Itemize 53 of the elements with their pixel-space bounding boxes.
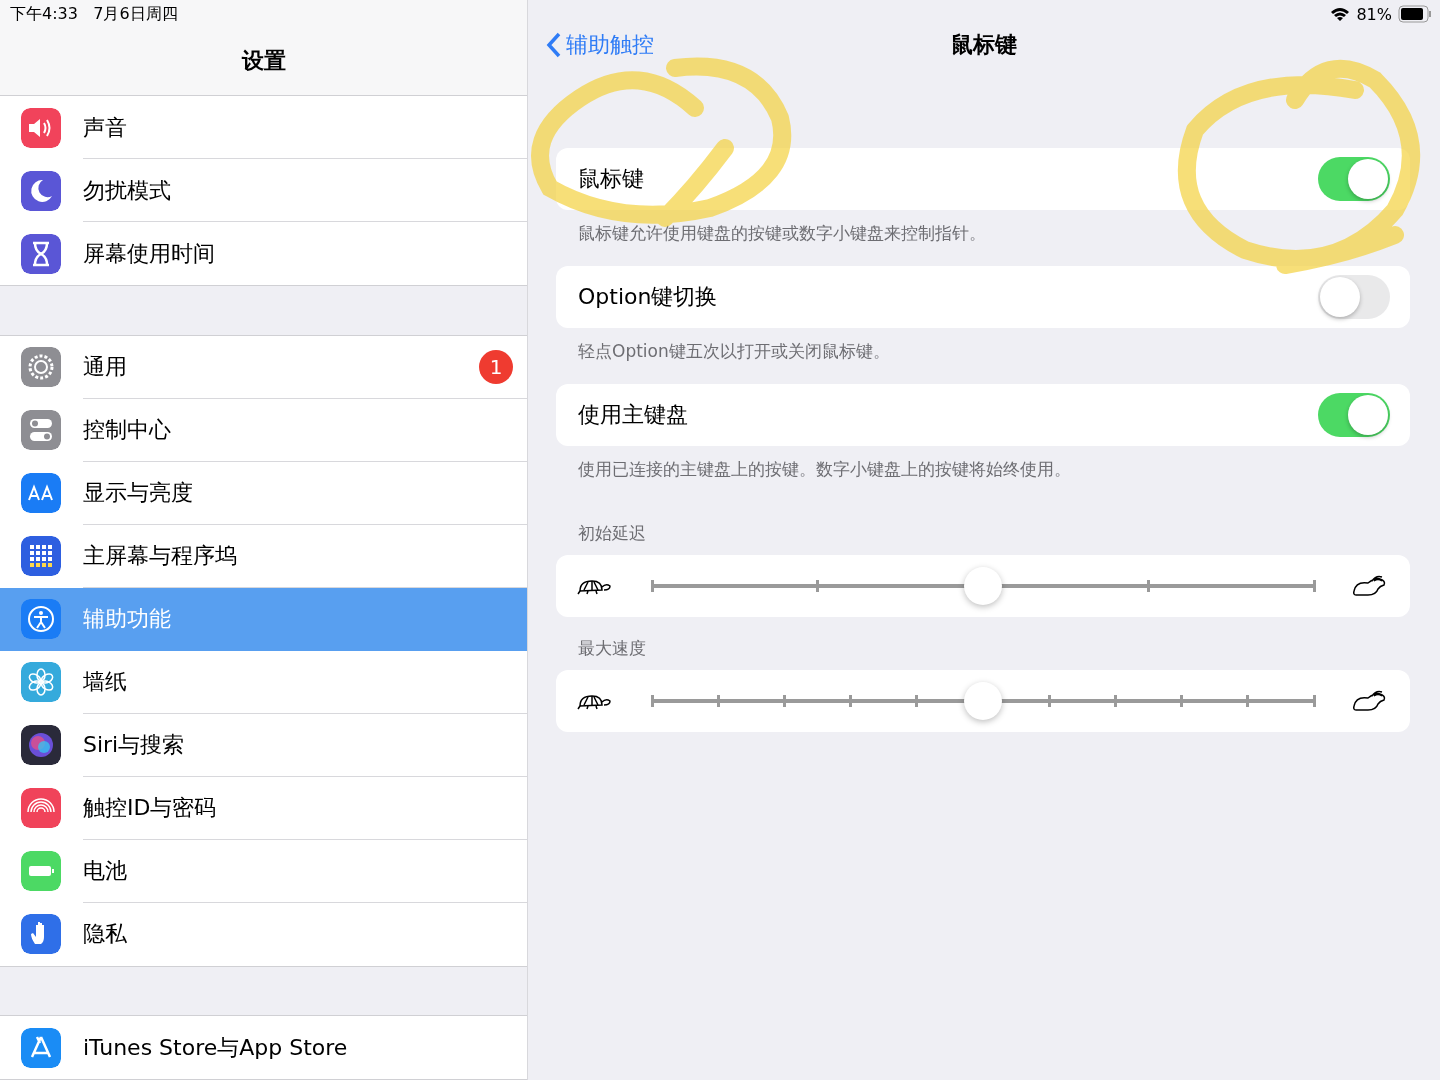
page-title: 鼠标键 — [951, 32, 1017, 57]
sidebar-item[interactable]: 屏幕使用时间 — [0, 222, 527, 286]
sidebar-item[interactable]: Siri与搜索 — [0, 713, 527, 777]
sidebar-item[interactable]: 通用 1 — [0, 335, 527, 399]
sidebar-item[interactable]: 电池 — [0, 839, 527, 903]
status-time: 下午4:33 — [10, 4, 78, 23]
slider-thumb[interactable] — [964, 682, 1002, 720]
sidebar-item[interactable]: 控制中心 — [0, 398, 527, 462]
row-label: 鼠标键 — [578, 165, 645, 193]
item-label: Siri与搜索 — [83, 731, 186, 759]
chevron-left-icon — [546, 31, 562, 59]
footer-text: 轻点Option键五次以打开或关闭鼠标键。 — [578, 341, 890, 361]
toggle-switch[interactable] — [1318, 275, 1390, 319]
item-label: 屏幕使用时间 — [83, 239, 216, 268]
toggle-switch[interactable] — [1318, 393, 1390, 437]
slider-thumb[interactable] — [964, 567, 1002, 605]
slider-track[interactable] — [652, 681, 1314, 721]
item-label: iTunes Store与App Store — [83, 1033, 349, 1062]
wifi-icon — [1330, 6, 1351, 22]
sidebar-item[interactable]: 勿扰模式 — [0, 159, 527, 223]
row-label: Option键切换 — [578, 283, 719, 311]
item-label: 主屏幕与程序坞 — [83, 542, 238, 570]
item-label: 辅助功能 — [83, 605, 172, 633]
slider-track[interactable] — [652, 566, 1314, 606]
sidebar-item[interactable]: 触控ID与密码 — [0, 776, 527, 840]
turtle-icon — [577, 695, 611, 710]
toggle-switch[interactable] — [1318, 157, 1390, 201]
section-header: 最大速度 — [578, 638, 646, 658]
sidebar-title: 设置 — [241, 47, 286, 75]
status-date: 7月6日周四 — [93, 4, 178, 23]
item-label: 电池 — [83, 857, 128, 885]
section-header: 初始延迟 — [578, 523, 646, 543]
sidebar-item[interactable]: 墙纸 — [0, 650, 527, 714]
battery-percent: 81% — [1356, 4, 1392, 24]
battery-icon — [1398, 5, 1432, 23]
turtle-icon — [577, 580, 611, 595]
sidebar-item[interactable]: 声音 — [0, 96, 527, 160]
sidebar-item[interactable]: 主屏幕与程序坞 — [0, 524, 527, 588]
item-label: 隐私 — [83, 920, 128, 948]
footer-text: 鼠标键允许使用键盘的按键或数字小键盘来控制指针。 — [578, 223, 986, 243]
item-label: 勿扰模式 — [83, 176, 172, 205]
row-label: 使用主键盘 — [578, 401, 689, 429]
item-label: 显示与亮度 — [83, 479, 194, 507]
item-label: 墙纸 — [83, 668, 128, 696]
sidebar-item[interactable]: iTunes Store与App Store — [0, 1016, 527, 1079]
notification-badge: 1 — [479, 350, 513, 384]
item-label: 声音 — [83, 113, 128, 142]
footer-text: 使用已连接的主键盘上的按键。数字小键盘上的按键将始终使用。 — [578, 459, 1071, 479]
item-label: 控制中心 — [83, 416, 172, 444]
item-label: 触控ID与密码 — [83, 794, 218, 822]
sidebar-item[interactable]: 显示与亮度 — [0, 461, 527, 525]
sidebar-item[interactable]: 隐私 — [0, 902, 527, 966]
item-label: 通用 — [83, 353, 128, 381]
